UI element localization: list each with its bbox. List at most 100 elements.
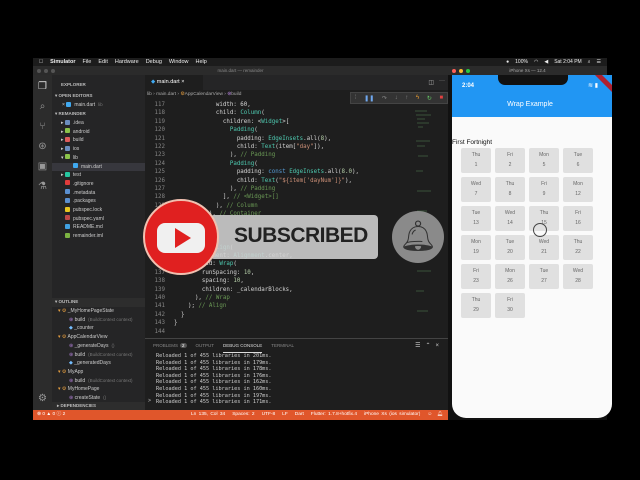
sim-minimize-button[interactable] <box>459 68 463 73</box>
file-tree-item[interactable]: .packages <box>52 197 145 206</box>
tab-terminal[interactable]: TERMINAL <box>271 343 294 353</box>
outline-header[interactable]: ▾ OUTLINE <box>52 298 145 307</box>
menu-app[interactable]: Simulator <box>50 59 75 65</box>
encoding[interactable]: UTF-8 <box>262 412 276 417</box>
subscribed-banner[interactable]: SUBSCRIBED <box>210 215 378 259</box>
bell-icon[interactable]: 🔔︎ <box>437 412 443 417</box>
day-tile[interactable]: Fri 2 <box>495 148 525 173</box>
day-tile[interactable]: Tue 6 <box>563 148 593 173</box>
day-tile[interactable]: Wed 14 <box>495 206 525 231</box>
cursor-position[interactable]: Ln 135, Col 34 <box>191 412 225 417</box>
day-tile[interactable]: Mon 5 <box>529 148 559 173</box>
debug-icon[interactable]: ⊛ <box>37 141 48 152</box>
search-icon[interactable]: ⌕ <box>37 101 48 112</box>
code-line[interactable]: 138 spacing: 10, <box>145 277 415 285</box>
language-mode[interactable]: Dart <box>295 412 304 417</box>
day-tile[interactable]: Wed 21 <box>529 235 559 260</box>
breadcrumb-method[interactable]: build <box>231 92 241 97</box>
code-line[interactable]: 123 ), // Padding <box>145 151 415 159</box>
day-tile[interactable]: Tue 13 <box>461 206 491 231</box>
code-line[interactable]: 141 ); // Align <box>145 302 415 310</box>
code-line[interactable]: 124 Padding( <box>145 160 415 168</box>
file-tree-item[interactable]: ▸ .idea <box>52 119 145 128</box>
sim-close-button[interactable] <box>452 68 456 73</box>
step-over-icon[interactable]: ↷ <box>382 95 387 102</box>
day-tile[interactable]: Thu 1 <box>461 148 491 173</box>
problems-status[interactable]: ⊗ 0 ▲ 0 ⓘ 2 <box>37 410 65 420</box>
file-tree-item[interactable]: ▸ build <box>52 136 145 145</box>
day-tile[interactable]: Mon 26 <box>495 264 525 289</box>
gear-icon[interactable]: ⚙ <box>37 393 48 404</box>
volume-icon[interactable]: ◀ <box>544 59 548 65</box>
day-tile[interactable]: Wed 28 <box>563 264 593 289</box>
stop-icon[interactable]: ■ <box>440 95 444 101</box>
minimize-window-button[interactable] <box>44 68 48 73</box>
code-line[interactable]: 139 children: _calendarBlocks, <box>145 286 415 294</box>
pause-icon[interactable]: ❚❚ <box>364 95 374 102</box>
clock[interactable]: Sat 2:04 PM <box>554 59 582 65</box>
file-tree-item[interactable]: .gitignore <box>52 180 145 189</box>
day-tile[interactable]: Thu 29 <box>461 293 491 318</box>
code-line[interactable]: 144 <box>145 328 415 336</box>
drag-handle-icon[interactable]: ⁞ <box>355 95 357 101</box>
hot-reload-icon[interactable]: ϟ <box>416 95 419 101</box>
code-line[interactable]: 140 ), // Wrap <box>145 294 415 302</box>
outline-item[interactable]: ⊛ _generateDays() <box>52 342 145 351</box>
test-icon[interactable]: ⚗ <box>37 181 48 192</box>
maximize-panel-icon[interactable]: ⌃ <box>425 343 435 349</box>
code-line[interactable]: 143} <box>145 319 415 327</box>
tab-output[interactable]: OUTPUT <box>196 343 215 353</box>
device-selector[interactable]: iPhone Xs (ios simulator) <box>364 412 420 417</box>
flutter-version[interactable]: Flutter: 1.7.8+hotfix.4 <box>311 412 357 417</box>
outline-item[interactable]: ▾ ⚙ AppCalendarView <box>52 333 145 342</box>
file-tree-item[interactable]: pubspec.yaml <box>52 215 145 224</box>
wifi-icon[interactable]: ◠ <box>534 59 538 65</box>
file-tree-item[interactable]: ▸ ios <box>52 145 145 154</box>
day-tile[interactable]: Tue 27 <box>529 264 559 289</box>
restart-icon[interactable]: ↻ <box>427 95 432 102</box>
code-line[interactable]: 125 padding: const EdgeInsets.all(8.0), <box>145 168 415 176</box>
code-line[interactable]: 121 padding: EdgeInsets.all(8), <box>145 135 415 143</box>
code-line[interactable]: 118 child: Column( <box>145 109 415 117</box>
eol[interactable]: LF <box>282 412 288 417</box>
clear-console-icon[interactable]: ☰ <box>415 343 425 349</box>
menu-help[interactable]: Help <box>195 59 206 65</box>
code-line[interactable]: 126 child: Text("${item['dayNum']}"), <box>145 177 415 185</box>
day-tile[interactable]: Thu 8 <box>495 177 525 202</box>
day-tile[interactable]: Fri 16 <box>563 206 593 231</box>
outline-item[interactable]: ▾ ⚙ MyHomePage <box>52 385 145 394</box>
menu-debug[interactable]: Debug <box>146 59 162 65</box>
file-tree-item[interactable]: ▸ test <box>52 171 145 180</box>
zoom-window-button[interactable] <box>51 68 55 73</box>
close-panel-icon[interactable]: × <box>435 343 444 349</box>
source-control-icon[interactable]: ⑂ <box>37 121 48 132</box>
step-out-icon[interactable]: ↑ <box>405 95 408 101</box>
code-line[interactable]: 122 child: Text(item["day"]), <box>145 143 415 151</box>
close-tab-icon[interactable]: × <box>181 79 184 85</box>
outline-item[interactable]: ◆ _counter <box>52 324 145 333</box>
day-tile[interactable]: Tue 20 <box>495 235 525 260</box>
tab-main-dart[interactable]: ◆ main.dart × <box>145 75 203 90</box>
menu-edit[interactable]: Edit <box>98 59 107 65</box>
outline-item[interactable]: ▾ ⚙ _MyHomePageState <box>52 307 145 316</box>
menu-window[interactable]: Window <box>169 59 189 65</box>
file-tree-item[interactable]: main.dart <box>52 162 145 172</box>
breadcrumb-class[interactable]: AppCalendarView <box>185 92 223 97</box>
code-line[interactable]: 127 ), // Padding <box>145 185 415 193</box>
menu-file[interactable]: File <box>83 59 92 65</box>
file-tree-item[interactable]: pubspec.lock <box>52 206 145 215</box>
outline-item[interactable]: ◆ _generatedDays <box>52 359 145 368</box>
file-tree-item[interactable]: ▸ android <box>52 128 145 137</box>
files-icon[interactable]: ❐ <box>37 81 48 92</box>
more-icon[interactable]: ··· <box>439 78 445 84</box>
console-input[interactable]: > <box>148 398 151 404</box>
sim-zoom-button[interactable] <box>466 68 470 73</box>
file-tree-item[interactable]: .metadata <box>52 189 145 198</box>
menu-hardware[interactable]: Hardware <box>115 59 139 65</box>
bell-icon[interactable]: 🔔︎ <box>392 211 444 263</box>
outline-item[interactable]: ▾ ⚙ MyApp <box>52 368 145 377</box>
outline-item[interactable]: ⊛ build (BuildContext context) <box>52 316 145 325</box>
file-tree-item[interactable]: README.md <box>52 223 145 232</box>
breadcrumb-file[interactable]: main.dart <box>156 92 176 97</box>
record-icon[interactable]: ● <box>506 59 509 65</box>
